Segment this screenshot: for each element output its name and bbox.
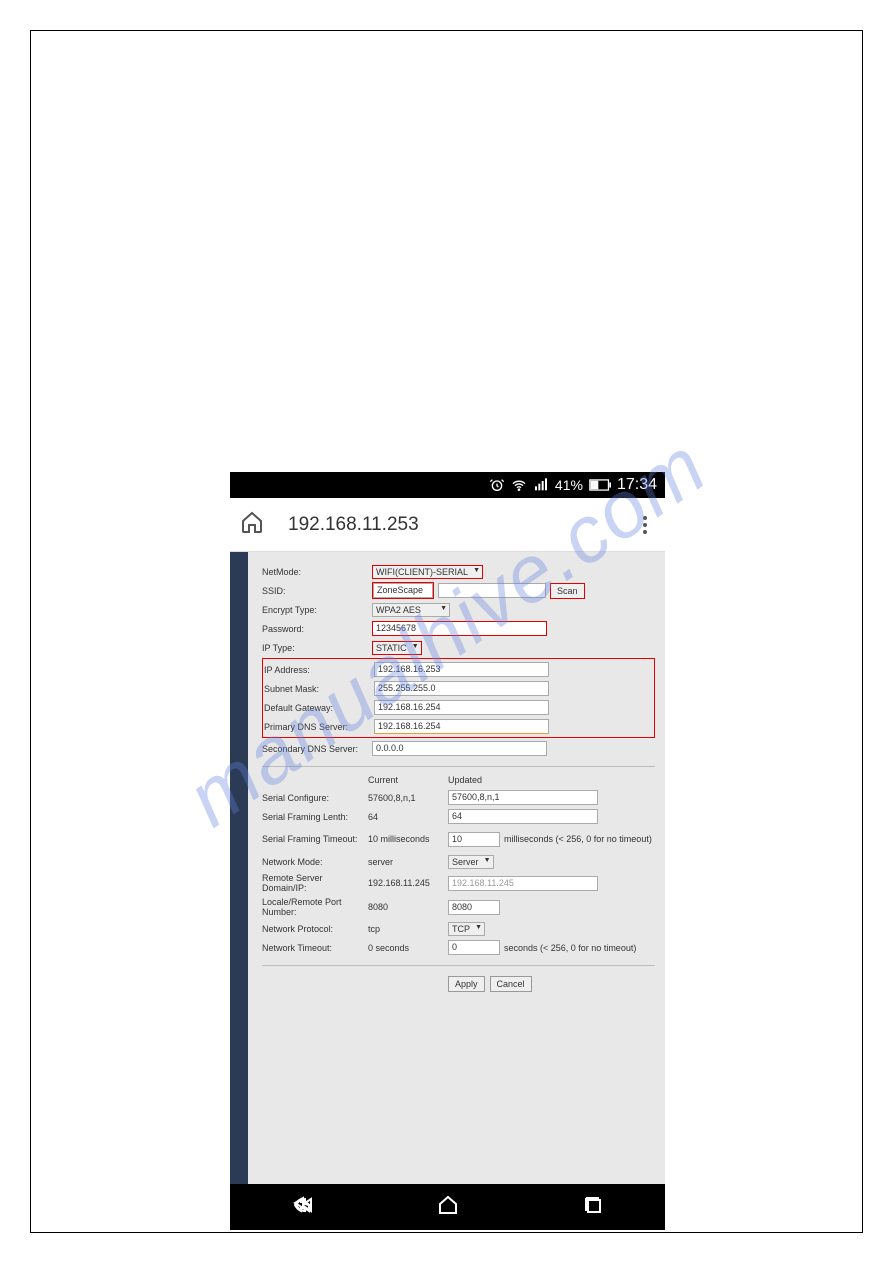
clock-time: 17:34 <box>617 476 657 494</box>
remote-current: 192.168.11.245 <box>368 878 448 888</box>
recent-apps-icon[interactable] <box>581 1193 605 1222</box>
serial-timeout-suffix: milliseconds (< 256, 0 for no timeout) <box>504 834 652 844</box>
browser-bar: 192.168.11.253 <box>230 498 665 552</box>
col-current: Current <box>368 775 448 785</box>
url-input[interactable]: 192.168.11.253 <box>276 506 623 544</box>
phone-frame: 41% 17:34 192.168.11.253 NetMode: WIFI(C… <box>230 472 665 1230</box>
nettimeout-input[interactable]: 0 <box>448 940 500 955</box>
serial-configure-input[interactable]: 57600,8,n,1 <box>448 790 598 805</box>
nettimeout-label: Network Timeout: <box>262 943 368 953</box>
serial-timeout-input[interactable]: 10 <box>448 832 500 847</box>
serial-framing-label: Serial Framing Lenth: <box>262 812 368 822</box>
dns2-label: Secondary DNS Server: <box>262 744 368 754</box>
subnet-label: Subnet Mask: <box>264 684 370 694</box>
ssid-input-ext[interactable] <box>438 583 546 598</box>
password-input[interactable]: 12345678 <box>372 621 547 636</box>
netmode-label: NetMode: <box>262 567 368 577</box>
config-form: NetMode: WIFI(CLIENT)-SERIAL SSID: ZoneS… <box>248 552 665 1184</box>
ssid-input[interactable]: ZoneScape <box>373 583 433 598</box>
scan-button[interactable]: Scan <box>550 583 585 599</box>
protocol-select[interactable]: TCP <box>448 922 485 936</box>
wifi-icon <box>511 477 527 493</box>
port-input[interactable]: 8080 <box>448 900 500 915</box>
serial-framing-current: 64 <box>368 812 448 822</box>
home-nav-icon[interactable] <box>436 1193 460 1222</box>
netmode2-select[interactable]: Server <box>448 855 494 869</box>
serial-configure-label: Serial Configure: <box>262 793 368 803</box>
password-label: Password: <box>262 624 368 634</box>
port-current: 8080 <box>368 902 448 912</box>
apply-button[interactable]: Apply <box>448 976 485 992</box>
serial-timeout-label: Serial Framing Timeout: <box>262 834 368 844</box>
alarm-icon <box>489 477 505 493</box>
encrypt-select[interactable]: WPA2 AES <box>372 603 450 617</box>
serial-configure-current: 57600,8,n,1 <box>368 793 448 803</box>
serial-timeout-current: 10 milliseconds <box>368 834 448 844</box>
protocol-label: Network Protocol: <box>262 924 368 934</box>
iptype-select[interactable]: STATIC <box>372 641 422 655</box>
home-icon[interactable] <box>240 510 264 539</box>
dns1-input[interactable]: 192.168.16.254 <box>374 719 549 734</box>
ipaddr-input[interactable]: 192.168.16.253 <box>374 662 549 677</box>
battery-icon <box>589 479 611 491</box>
col-updated: Updated <box>448 775 655 785</box>
remote-input[interactable]: 192.168.11.245 <box>448 876 598 891</box>
encrypt-label: Encrypt Type: <box>262 605 368 615</box>
netmode-select[interactable]: WIFI(CLIENT)-SERIAL <box>372 565 483 579</box>
nettimeout-suffix: seconds (< 256, 0 for no timeout) <box>504 943 636 953</box>
gateway-input[interactable]: 192.168.16.254 <box>374 700 549 715</box>
port-label: Locale/Remote Port Number: <box>262 897 368 917</box>
serial-framing-input[interactable]: 64 <box>448 809 598 824</box>
status-bar: 41% 17:34 <box>230 472 665 498</box>
signal-icon <box>533 477 549 493</box>
ssid-label: SSID: <box>262 586 368 596</box>
menu-icon[interactable] <box>635 516 655 534</box>
left-sidebar <box>230 552 248 1184</box>
nettimeout-current: 0 seconds <box>368 943 448 953</box>
cancel-button[interactable]: Cancel <box>490 976 532 992</box>
netmode2-current: server <box>368 857 448 867</box>
subnet-input[interactable]: 255.255.255.0 <box>374 681 549 696</box>
ipaddr-label: IP Address: <box>264 665 370 675</box>
remote-label: Remote Server Domain/IP: <box>262 873 368 893</box>
android-nav-bar <box>230 1184 665 1230</box>
iptype-label: IP Type: <box>262 643 368 653</box>
dns2-input[interactable]: 0.0.0.0 <box>372 741 547 756</box>
battery-percent: 41% <box>555 477 583 493</box>
dns1-label: Primary DNS Server: <box>264 722 370 732</box>
netmode2-label: Network Mode: <box>262 857 368 867</box>
back-icon[interactable] <box>291 1193 315 1222</box>
gateway-label: Default Gateway: <box>264 703 370 713</box>
protocol-current: tcp <box>368 924 448 934</box>
